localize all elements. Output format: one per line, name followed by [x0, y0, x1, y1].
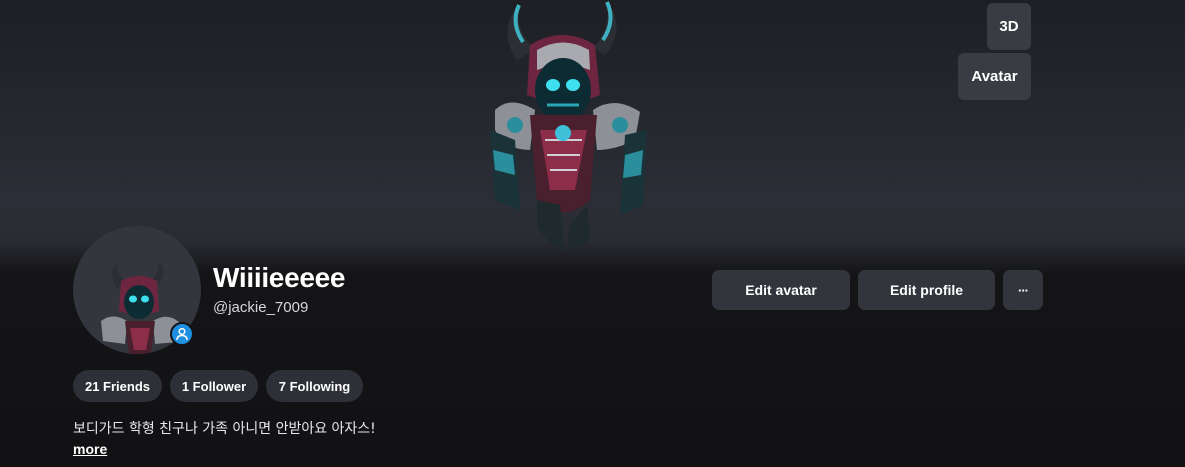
avatar-3d-render[interactable] [475, 0, 665, 260]
online-status-badge [170, 322, 194, 346]
view-3d-button[interactable]: 3D [987, 3, 1031, 50]
profile-bio: 보디가드 학형 친구나 가족 아니면 안받아요 아자스! [73, 421, 376, 437]
friends-count-pill[interactable]: 21 Friends [73, 370, 162, 402]
display-name: Wiiiieeeee [213, 262, 346, 293]
bio-more-link[interactable]: more [73, 441, 107, 457]
edit-profile-button[interactable]: Edit profile [858, 270, 995, 310]
user-icon [176, 327, 188, 341]
ellipsis-icon: ··· [1018, 282, 1029, 298]
following-count-pill[interactable]: 7 Following [266, 370, 363, 402]
username: @jackie_7009 [213, 299, 309, 316]
avatar-render-image [490, 1, 647, 255]
edit-avatar-button[interactable]: Edit avatar [712, 270, 850, 310]
more-options-button[interactable]: ··· [1003, 270, 1043, 310]
view-avatar-button[interactable]: Avatar [958, 53, 1031, 100]
followers-count-pill[interactable]: 1 Follower [170, 370, 258, 402]
